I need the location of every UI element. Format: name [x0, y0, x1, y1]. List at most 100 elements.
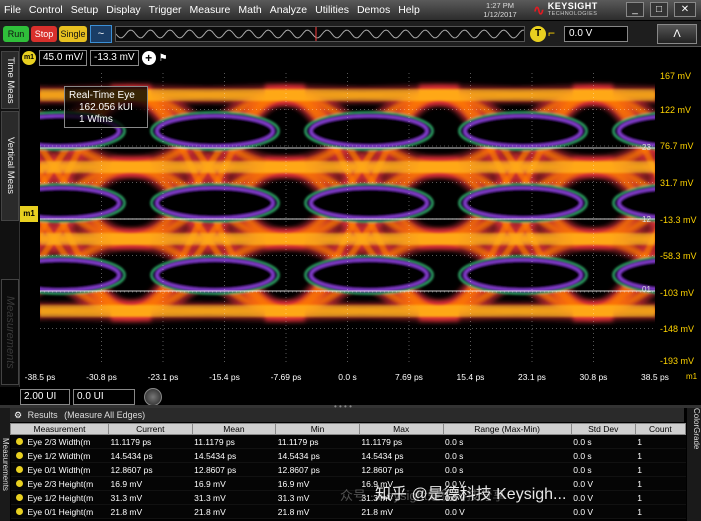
table-cell: 21.8 mV — [108, 504, 193, 519]
realtime-eye-wfms: 1 Wfms — [79, 114, 113, 125]
column-header[interactable]: Mean — [191, 423, 277, 435]
x-axis-source-label: m1 — [686, 372, 698, 381]
table-row[interactable]: Eye 0/1 Width(m 12.8607 ps 12.8607 ps 12.86… — [10, 462, 686, 477]
menu-setup[interactable]: Setup — [67, 4, 102, 16]
close-button[interactable]: ✕ — [674, 2, 696, 17]
eye-edge-label-23: 23 — [642, 143, 651, 152]
tab-measurements-ghost[interactable]: Measurements — [1, 279, 19, 385]
x-tick-label: -38.5 ps — [24, 372, 56, 382]
table-row[interactable]: Eye 1/2 Width(m 14.5434 ps 14.5434 ps 14.54… — [10, 448, 686, 463]
waveform-coupling-button[interactable]: ~ — [90, 25, 112, 43]
eye-edge-label-01: 01 — [642, 285, 651, 294]
x-tick-label: 15.4 ps — [456, 372, 485, 382]
table-cell: 1 — [635, 448, 686, 463]
column-header[interactable]: Max — [358, 423, 444, 435]
table-cell: 1 — [635, 504, 686, 519]
table-cell: 1 — [635, 476, 686, 491]
watermark: 知乎 @是德科技 Keysigh... — [375, 486, 567, 503]
date-text: 1/12/2017 — [483, 10, 517, 19]
add-icon[interactable]: + — [141, 51, 156, 65]
horizontal-position-input[interactable]: 0.0 UI — [73, 389, 135, 405]
menu-analyze[interactable]: Analyze — [266, 4, 311, 16]
column-header[interactable]: Count — [634, 423, 687, 435]
menu-demos[interactable]: Demos — [353, 4, 394, 16]
table-cell: 14.5434 ps — [275, 448, 360, 463]
table-cell: 12.8607 ps — [359, 462, 443, 477]
table-cell: 0.0 s — [571, 462, 636, 477]
table-cell: 11.1179 ps — [192, 434, 276, 449]
table-header-row: Measurement Current Mean Min Max Range (Max-M… — [10, 423, 687, 435]
table-row[interactable]: Eye 0/1 Height(m 21.8 mV 21.8 mV 21.8 mV 21.… — [10, 504, 686, 519]
measurement-name-cell: Eye 1/2 Width(m — [10, 448, 109, 463]
table-cell: 11.1179 ps — [275, 434, 360, 449]
horizontal-scale-input[interactable]: 2.00 UI — [20, 389, 70, 405]
maximize-button[interactable]: □ — [650, 2, 668, 17]
tab-measurements[interactable]: Measurements — [0, 408, 10, 521]
single-button[interactable]: Single — [59, 26, 87, 42]
eye-edge-label-12: 12 — [642, 215, 651, 224]
y-tick-label: -103 mV — [660, 288, 695, 298]
table-cell: 0.0 s — [443, 462, 572, 477]
column-header[interactable]: Current — [108, 423, 193, 435]
trigger-level-input[interactable]: 0.0 V — [564, 26, 628, 42]
realtime-eye-label: Real-Time Eye 162.056 kUI 1 Wfms — [64, 86, 148, 128]
tab-vertical-meas[interactable]: Vertical Meas — [1, 111, 19, 221]
trigger-level-icon[interactable]: T — [530, 26, 546, 42]
minimize-button[interactable]: _ — [626, 2, 644, 17]
menu-measure[interactable]: Measure — [186, 4, 235, 16]
channel-dot-icon — [15, 507, 23, 515]
column-header[interactable]: Range (Max-Min) — [442, 423, 572, 435]
autoscale-button[interactable]: Λ — [657, 24, 697, 44]
measurement-name: Eye 1/2 Width(m — [27, 450, 91, 461]
left-tab-rail: Time Meas Vertical Meas Measurements — [0, 47, 20, 387]
column-header[interactable]: Measurement — [10, 423, 109, 435]
y-tick-label: -148 mV — [660, 324, 695, 334]
menu-utilities[interactable]: Utilities — [311, 4, 353, 16]
results-title: Results — [27, 410, 58, 420]
tab-colorgrade[interactable]: ColorGrade — [687, 408, 701, 521]
menu-trigger[interactable]: Trigger — [145, 4, 186, 16]
run-button[interactable]: Run — [3, 26, 29, 42]
table-cell: 14.5434 ps — [192, 448, 276, 463]
realtime-eye-title: Real-Time Eye — [69, 90, 135, 101]
column-header[interactable]: Min — [275, 423, 360, 435]
trigger-overview-strip[interactable] — [115, 26, 525, 42]
channel-ground-marker[interactable]: m1 — [20, 206, 38, 222]
table-cell: 0.0 V — [571, 490, 636, 505]
table-row[interactable]: Eye 2/3 Width(m 11.1179 ps 11.1179 ps 11.11… — [10, 434, 686, 449]
channel-dot-icon — [15, 479, 23, 487]
x-tick-label: -15.4 ps — [209, 372, 240, 382]
menu-control[interactable]: Control — [25, 4, 67, 16]
menu-file[interactable]: File — [0, 4, 25, 16]
table-cell: 12.8607 ps — [275, 462, 360, 477]
flag-icon[interactable]: ⚑ — [159, 53, 168, 64]
stop-button[interactable]: Stop — [31, 26, 57, 42]
table-cell: 21.8 mV — [192, 504, 276, 519]
vertical-offset-input[interactable]: -13.3 mV — [90, 50, 139, 66]
table-cell: 14.5434 ps — [359, 448, 443, 463]
table-cell: 31.3 mV — [192, 490, 276, 505]
results-icon: ⚙ — [14, 410, 23, 420]
results-header: ⚙ Results (Measure All Edges) — [10, 408, 684, 422]
tab-time-meas[interactable]: Time Meas — [1, 51, 19, 109]
rising-edge-icon[interactable]: ⌐ — [548, 26, 562, 42]
x-tick-label: -7.69 ps — [270, 372, 302, 382]
vertical-scale-input[interactable]: 45.0 mV/ — [39, 50, 88, 66]
measurement-name-cell: Eye 0/1 Height(m — [10, 504, 109, 519]
table-cell: 0.0 s — [443, 448, 572, 463]
menu-math[interactable]: Math — [234, 4, 265, 16]
measurement-name: Eye 0/1 Height(m — [27, 506, 94, 517]
x-tick-label: 30.8 ps — [579, 372, 608, 382]
column-header[interactable]: Std Dev — [570, 423, 636, 435]
menu-display[interactable]: Display — [102, 4, 144, 16]
menu-help[interactable]: Help — [394, 4, 424, 16]
measurement-name: Eye 2/3 Height(m — [27, 478, 94, 489]
table-cell: 0.0 s — [571, 434, 636, 449]
trigger-overview-wave — [115, 27, 525, 41]
table-cell: 11.1179 ps — [359, 434, 443, 449]
knob-icon[interactable] — [144, 388, 162, 406]
x-tick-label: -23.1 ps — [147, 372, 179, 382]
channel-badge[interactable]: m1 — [22, 51, 36, 65]
table-cell: 16.9 mV — [108, 476, 193, 491]
brand-name: KEYSIGHT — [547, 1, 598, 11]
